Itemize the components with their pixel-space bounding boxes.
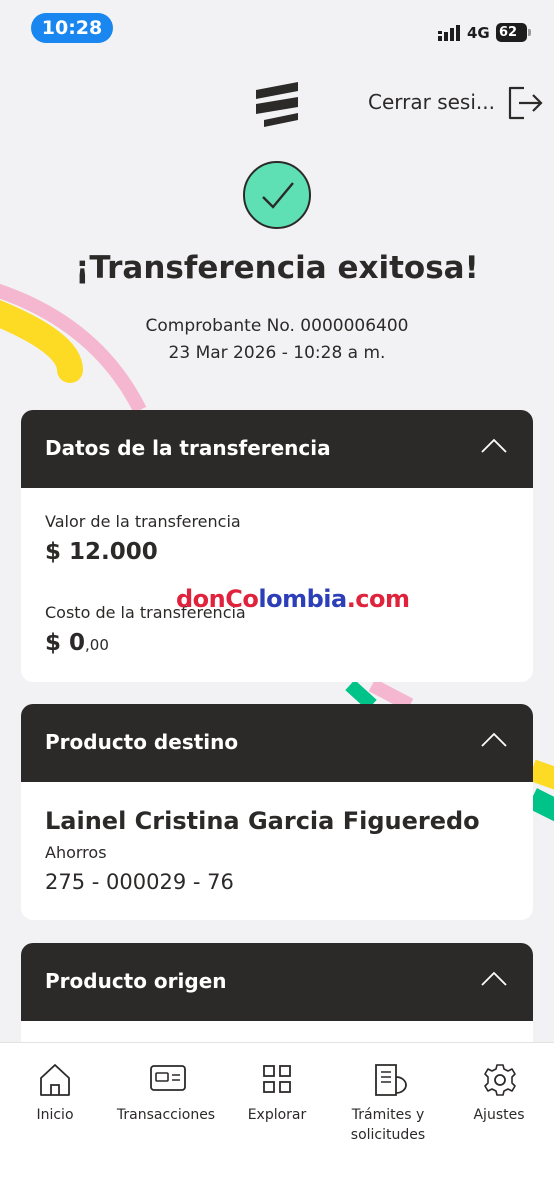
nav-item-explorar[interactable]: Explorar [222, 1043, 332, 1163]
chevron-up-icon[interactable] [481, 971, 507, 987]
transfer-cost-value: $ 0,00 [45, 630, 109, 656]
battery-level: 62 [496, 23, 527, 42]
destination-account-number: 275 - 000029 - 76 [45, 870, 234, 894]
signal-icon [438, 25, 460, 41]
document-icon [375, 1064, 407, 1096]
nav-item-ajustes[interactable]: Ajustes [444, 1043, 554, 1163]
battery-tip [528, 29, 531, 36]
origin-product-card: Producto origen [21, 943, 533, 1053]
logout-icon[interactable] [506, 84, 544, 122]
transfer-details-title: Datos de la transferencia [45, 436, 331, 460]
success-title: ¡Transferencia exitosa! [75, 250, 479, 286]
destination-product-header[interactable]: Producto destino [21, 704, 533, 782]
transfer-details-header[interactable]: Datos de la transferencia [21, 410, 533, 488]
origin-product-title: Producto origen [45, 969, 227, 993]
chevron-up-icon[interactable] [481, 732, 507, 748]
bancolombia-logo-icon [256, 82, 298, 127]
bottom-navigation: Inicio Transacciones Explorar Trámites y… [0, 1042, 554, 1200]
transfer-cost-amount: $ 0 [45, 630, 86, 656]
nav-item-transacciones[interactable]: Transacciones [111, 1043, 221, 1163]
nav-label-transacciones: Transacciones [116, 1107, 216, 1123]
status-bar: 10:28 4G 62 [0, 0, 554, 56]
status-time: 10:28 [31, 13, 113, 43]
transfer-amount-label: Valor de la transferencia [45, 512, 241, 531]
nav-item-inicio[interactable]: Inicio [0, 1043, 110, 1163]
receipt-datetime: 23 Mar 2026 - 10:28 a m. [168, 343, 386, 363]
destination-holder-name: Lainel Cristina Garcia Figueredo [45, 807, 480, 835]
nav-label-tramites: Trámites y solicitudes [350, 1107, 426, 1143]
receipt-number: Comprobante No. 0000006400 [145, 316, 409, 336]
network-type: 4G [467, 24, 490, 42]
watermark: donColombia.com [176, 585, 410, 613]
gear-icon [484, 1064, 516, 1096]
transfer-details-card: Datos de la transferencia Valor de la tr… [21, 410, 533, 682]
watermark-part-3: .com [346, 585, 410, 613]
nav-label-inicio: Inicio [36, 1107, 74, 1123]
nav-label-ajustes: Ajustes [473, 1107, 525, 1123]
grid-icon [263, 1065, 291, 1093]
card-icon [150, 1065, 186, 1091]
nav-label-explorar: Explorar [247, 1107, 307, 1123]
destination-product-card: Producto destino Lainel Cristina Garcia … [21, 704, 533, 920]
destination-product-title: Producto destino [45, 730, 239, 754]
check-icon [262, 182, 294, 209]
chevron-up-icon[interactable] [481, 438, 507, 454]
watermark-part-2: lombia [258, 585, 347, 613]
transfer-cost-cents: ,00 [85, 636, 109, 654]
nav-item-tramites[interactable]: Trámites y solicitudes [333, 1043, 443, 1163]
logout-button[interactable]: Cerrar sesi... [368, 90, 495, 114]
home-icon [40, 1064, 70, 1096]
transfer-amount-value: $ 12.000 [45, 539, 158, 565]
destination-account-type: Ahorros [45, 843, 107, 862]
success-check-circle [243, 161, 311, 229]
origin-product-header[interactable]: Producto origen [21, 943, 533, 1021]
watermark-part-1: donCo [176, 585, 259, 613]
